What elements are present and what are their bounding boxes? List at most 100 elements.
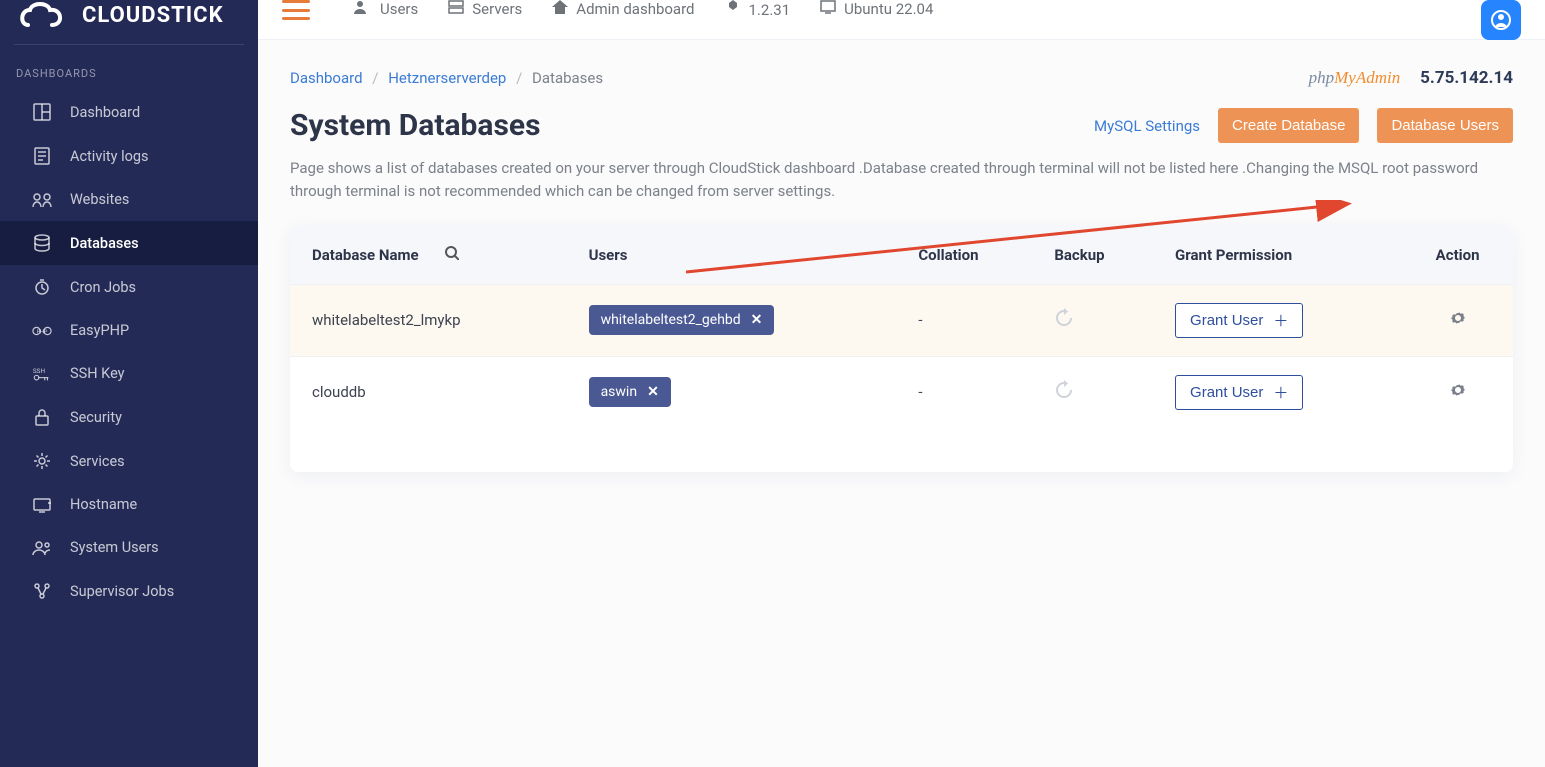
backup-history-icon[interactable] bbox=[1054, 314, 1074, 332]
top-os: Ubuntu 22.04 bbox=[820, 0, 933, 18]
sidebar-item-cron-jobs[interactable]: Cron Jobs bbox=[0, 265, 258, 309]
logo[interactable]: CLOUDSTICK bbox=[0, 0, 258, 44]
content: Dashboard / Hetznerserverdep / Databases… bbox=[258, 40, 1545, 767]
sidebar-item-label: Security bbox=[70, 409, 122, 426]
cell-db-name: clouddb bbox=[290, 356, 575, 428]
avatar[interactable] bbox=[1481, 0, 1521, 40]
sidebar-item-label: System Users bbox=[70, 539, 159, 556]
sidebar-item-hostname[interactable]: Hostname bbox=[0, 483, 258, 526]
remove-user-icon[interactable]: ✕ bbox=[647, 384, 659, 400]
dashboard-icon bbox=[32, 103, 52, 121]
php-icon: PHP bbox=[32, 323, 52, 339]
top-users[interactable]: Users bbox=[354, 0, 418, 18]
main: Users Servers Admin dashboard 1.2.31 Ubu… bbox=[258, 0, 1545, 767]
top-admin-dashboard[interactable]: Admin dashboard bbox=[552, 0, 694, 18]
breadcrumb: Dashboard / Hetznerserverdep / Databases bbox=[290, 69, 603, 87]
logs-icon bbox=[32, 147, 52, 165]
remove-user-icon[interactable]: ✕ bbox=[751, 312, 763, 328]
cell-db-name: whitelabeltest2_lmykp bbox=[290, 284, 575, 356]
top-users-label: Users bbox=[380, 0, 418, 18]
logo-icon bbox=[18, 0, 74, 30]
col-action: Action bbox=[1402, 226, 1513, 285]
version-icon bbox=[725, 0, 741, 20]
card-footer bbox=[290, 428, 1513, 472]
svg-text:PHP: PHP bbox=[37, 329, 48, 335]
col-users: Users bbox=[575, 226, 905, 285]
title-actions: MySQL Settings Create Database Database … bbox=[1094, 108, 1513, 143]
table-row: clouddb aswin ✕ - Grant User＋ bbox=[290, 356, 1513, 428]
websites-icon bbox=[32, 192, 52, 208]
database-icon bbox=[32, 234, 52, 252]
breadcrumb-server[interactable]: Hetznerserverdep bbox=[388, 69, 506, 87]
gear-icon[interactable] bbox=[1450, 312, 1466, 330]
database-users-button[interactable]: Database Users bbox=[1377, 108, 1513, 143]
col-label: Database Name bbox=[312, 246, 419, 264]
grant-user-button[interactable]: Grant User＋ bbox=[1175, 303, 1303, 338]
svg-text:SSH: SSH bbox=[33, 367, 45, 375]
gear-icon[interactable] bbox=[1450, 384, 1466, 402]
server-info: phpMyAdmin 5.75.142.14 bbox=[1309, 68, 1513, 88]
sidebar-item-supervisor-jobs[interactable]: Supervisor Jobs bbox=[0, 569, 258, 613]
grant-label: Grant User bbox=[1190, 312, 1263, 329]
sidebar-item-label: Supervisor Jobs bbox=[70, 583, 174, 600]
top-servers[interactable]: Servers bbox=[448, 0, 522, 18]
home-icon bbox=[552, 0, 568, 18]
breadcrumb-current: Databases bbox=[532, 69, 603, 87]
topbar: Users Servers Admin dashboard 1.2.31 Ubu… bbox=[258, 0, 1545, 40]
breadcrumb-sep: / bbox=[366, 69, 384, 87]
brand-text: CLOUDSTICK bbox=[82, 3, 224, 28]
chip-label: aswin bbox=[601, 384, 638, 400]
sidebar-item-security[interactable]: Security bbox=[0, 395, 258, 439]
menu-toggle-button[interactable] bbox=[282, 0, 310, 20]
grant-user-button[interactable]: Grant User＋ bbox=[1175, 375, 1303, 410]
chip-label: whitelabeltest2_gehbd bbox=[601, 312, 741, 328]
sidebar-item-activity-logs[interactable]: Activity logs bbox=[0, 134, 258, 178]
sidebar-nav: Dashboard Activity logs Websites Databas… bbox=[0, 90, 258, 613]
title-row: System Databases MySQL Settings Create D… bbox=[290, 108, 1513, 143]
services-icon bbox=[32, 452, 52, 470]
col-grant: Grant Permission bbox=[1161, 226, 1402, 285]
page-title: System Databases bbox=[290, 108, 541, 143]
top-admin-label: Admin dashboard bbox=[576, 0, 694, 18]
sidebar-item-databases[interactable]: Databases bbox=[0, 221, 258, 265]
backup-history-icon[interactable] bbox=[1054, 386, 1074, 404]
create-database-button[interactable]: Create Database bbox=[1218, 108, 1359, 143]
top-version: 1.2.31 bbox=[725, 0, 791, 20]
sidebar: CLOUDSTICK DASHBOARDS Dashboard Activity… bbox=[0, 0, 258, 767]
page-description: Page shows a list of databases created o… bbox=[290, 157, 1490, 204]
databases-table-card: Database Name Users Collation Backup Gra… bbox=[290, 226, 1513, 472]
sidebar-item-label: Cron Jobs bbox=[70, 279, 136, 296]
col-database-name: Database Name bbox=[290, 226, 575, 285]
sidebar-item-services[interactable]: Services bbox=[0, 439, 258, 483]
sidebar-item-label: Activity logs bbox=[70, 148, 149, 165]
lock-icon bbox=[32, 408, 52, 426]
servers-icon bbox=[448, 0, 464, 18]
sidebar-item-label: Services bbox=[70, 453, 125, 470]
breadcrumb-dashboard[interactable]: Dashboard bbox=[290, 69, 363, 87]
sidebar-item-system-users[interactable]: System Users bbox=[0, 526, 258, 569]
users-icon bbox=[354, 0, 372, 18]
cell-collation: - bbox=[904, 356, 1040, 428]
sidebar-item-ssh-key[interactable]: SSHSSH Key bbox=[0, 352, 258, 395]
table-row: whitelabeltest2_lmykp whitelabeltest2_ge… bbox=[290, 284, 1513, 356]
cell-action bbox=[1402, 284, 1513, 356]
hostname-icon bbox=[32, 497, 52, 513]
cell-users: whitelabeltest2_gehbd ✕ bbox=[575, 284, 905, 356]
server-ip: 5.75.142.14 bbox=[1420, 68, 1513, 88]
sidebar-item-label: Dashboard bbox=[70, 104, 140, 121]
pma-myadmin: MyAdmin bbox=[1334, 68, 1400, 87]
sidebar-item-easyphp[interactable]: PHPEasyPHP bbox=[0, 309, 258, 352]
cron-icon bbox=[32, 278, 52, 296]
os-icon bbox=[820, 0, 836, 18]
sidebar-item-websites[interactable]: Websites bbox=[0, 178, 258, 221]
col-backup: Backup bbox=[1040, 226, 1161, 285]
search-icon[interactable] bbox=[445, 246, 459, 264]
sidebar-section-label: DASHBOARDS bbox=[0, 53, 258, 90]
users-icon bbox=[32, 540, 52, 556]
phpmyadmin-link[interactable]: phpMyAdmin bbox=[1309, 68, 1401, 87]
sidebar-item-label: Databases bbox=[70, 235, 139, 252]
sidebar-item-label: Hostname bbox=[70, 496, 137, 513]
sidebar-item-dashboard[interactable]: Dashboard bbox=[0, 90, 258, 134]
mysql-settings-link[interactable]: MySQL Settings bbox=[1094, 117, 1200, 135]
supervisor-icon bbox=[32, 582, 52, 600]
